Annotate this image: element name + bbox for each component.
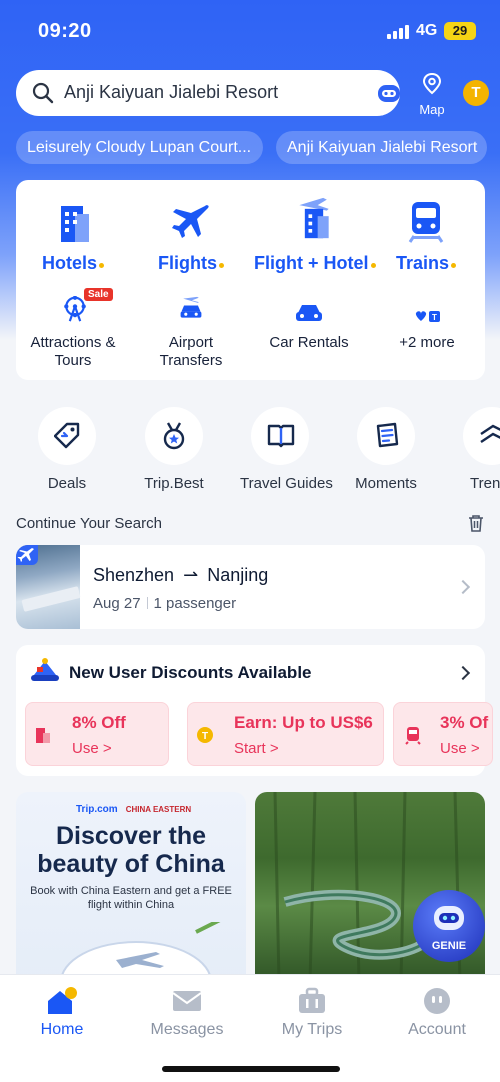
services-card: Hotels Flights Flight + Hotel Trains Att…	[16, 180, 485, 380]
airport-car-icon	[180, 296, 202, 318]
sale-badge: Sale	[84, 288, 113, 301]
suitcase-icon	[299, 987, 325, 1013]
route-title: Shenzhen ⇀ Nanjing	[93, 565, 269, 585]
quick-link-tripbest[interactable]: Trip.Best	[134, 407, 214, 492]
battery-icon: 29	[444, 22, 476, 40]
tab-messages-label: Messages	[150, 1021, 224, 1038]
coupon-card[interactable]: T Earn: Up to US$6 Start >	[187, 702, 384, 766]
promo-title[interactable]: New User Discounts Available	[69, 663, 312, 683]
trend-icon	[480, 424, 500, 443]
tab-messages[interactable]: Messages	[137, 987, 237, 1039]
trash-icon[interactable]	[467, 514, 485, 532]
continue-search-title: Continue Your Search	[16, 515, 162, 532]
home-indicator	[162, 1066, 340, 1072]
car-rentals-label: Car Rentals	[269, 334, 349, 351]
home-icon	[48, 987, 77, 1014]
tab-home-label: Home	[40, 1021, 84, 1038]
travel-guides-label: Travel Guides	[240, 475, 333, 492]
svg-text:T: T	[432, 313, 437, 322]
tab-account[interactable]: Account	[387, 987, 487, 1039]
coupon-card[interactable]: 8% Off Use >	[25, 702, 169, 766]
envelope-icon	[172, 991, 202, 1011]
more-services-label: +2 more	[399, 334, 455, 351]
coupon-action[interactable]: Use >	[72, 740, 112, 757]
hotel-coupon-icon	[36, 728, 50, 743]
svg-text:T: T	[202, 731, 208, 742]
tab-my-trips[interactable]: My Trips	[262, 987, 362, 1039]
airport-transfers-label: Airport Transfers	[159, 334, 223, 369]
attractions-label: Attractions & Tours	[30, 334, 116, 369]
recent-search-chip[interactable]: Anji Kaiyuan Jialebi Resort	[276, 131, 487, 164]
brand-logos: Trip.com CHINA EASTERN	[76, 804, 192, 815]
plane-badge-icon	[16, 545, 38, 565]
medal-icon	[163, 422, 185, 450]
map-pin-icon	[422, 72, 442, 95]
cloud-plane-illustration	[60, 922, 221, 982]
trends-label: Tren	[470, 475, 500, 492]
ai-assistant-icon[interactable]	[376, 81, 402, 105]
deals-label: Deals	[47, 475, 87, 492]
coupon-amount: 3% Of	[440, 713, 489, 732]
banner-title: Discover the beauty of China	[37, 822, 225, 878]
china-eastern-banner[interactable]: Trip.com CHINA EASTERN Discover the beaut…	[16, 792, 246, 982]
coin-icon: T	[197, 727, 213, 743]
quick-link-travel-guides[interactable]: Travel Guides	[240, 407, 333, 492]
status-time: 09:20	[38, 20, 92, 42]
airplane-wing-image	[16, 545, 81, 629]
network-label: 4G	[416, 22, 438, 39]
airport-transfers-module[interactable]: Airport Transfers	[136, 180, 246, 380]
book-icon	[267, 424, 295, 448]
tab-home[interactable]: Home	[12, 987, 112, 1039]
more-services-module[interactable]: T +2 more	[372, 180, 482, 380]
coupon-action[interactable]: Start >	[234, 740, 279, 757]
recent-search-chip[interactable]: Leisurely Cloudy Lupan Court...	[16, 131, 263, 164]
recent-search-card[interactable]: Shenzhen ⇀ Nanjing Aug 27 1 passenger	[16, 545, 485, 629]
chevron-right-icon	[455, 579, 471, 595]
coupon-action[interactable]: Use >	[440, 740, 480, 757]
search-icon	[32, 82, 54, 104]
genie-assistant-button[interactable]: GENIE	[413, 890, 485, 962]
map-label: Map	[419, 102, 445, 117]
chevron-right-icon[interactable]	[455, 665, 471, 681]
attractions-module[interactable]: Attractions & Tours	[18, 180, 128, 380]
gift-hat-icon	[31, 658, 59, 681]
car-icon	[296, 305, 322, 321]
notes-icon	[376, 422, 399, 448]
coupon-amount: Earn: Up to US$6	[234, 713, 373, 732]
coupon-amount: 8% Off	[72, 713, 126, 732]
avatar[interactable]: T	[463, 80, 489, 106]
tab-my-trips-label: My Trips	[281, 1021, 343, 1038]
status-bar: 09:20 4G 29	[0, 0, 500, 62]
genie-robot-icon	[434, 906, 464, 930]
tag-icon	[54, 422, 80, 449]
quick-link-moments[interactable]: Moments	[346, 407, 426, 492]
tripbest-label: Trip.Best	[144, 475, 204, 492]
coupon-card[interactable]: 3% Of Use >	[393, 702, 493, 766]
genie-label: GENIE	[431, 940, 467, 952]
moments-label: Moments	[355, 475, 417, 492]
tab-account-label: Account	[408, 1021, 466, 1038]
search-query: Anji Kaiyuan Jialebi Resort	[64, 82, 279, 102]
banner-description: Book with China Eastern and get a FREE f…	[30, 885, 232, 911]
train-coupon-icon	[405, 727, 421, 745]
signal-icon	[387, 25, 411, 39]
more-icon: T	[415, 311, 440, 322]
account-icon	[424, 988, 450, 1014]
new-user-discounts-card: New User Discounts Available 8% Off Use …	[16, 645, 493, 776]
map-button[interactable]: Map	[414, 72, 450, 117]
quick-link-trends[interactable]: Tren	[453, 407, 500, 492]
route-details: Aug 27 1 passenger	[93, 595, 237, 612]
quick-link-deals[interactable]: Deals	[27, 407, 107, 492]
search-input[interactable]: Anji Kaiyuan Jialebi Resort	[16, 70, 400, 116]
car-rentals-module[interactable]: Car Rentals	[254, 180, 364, 380]
